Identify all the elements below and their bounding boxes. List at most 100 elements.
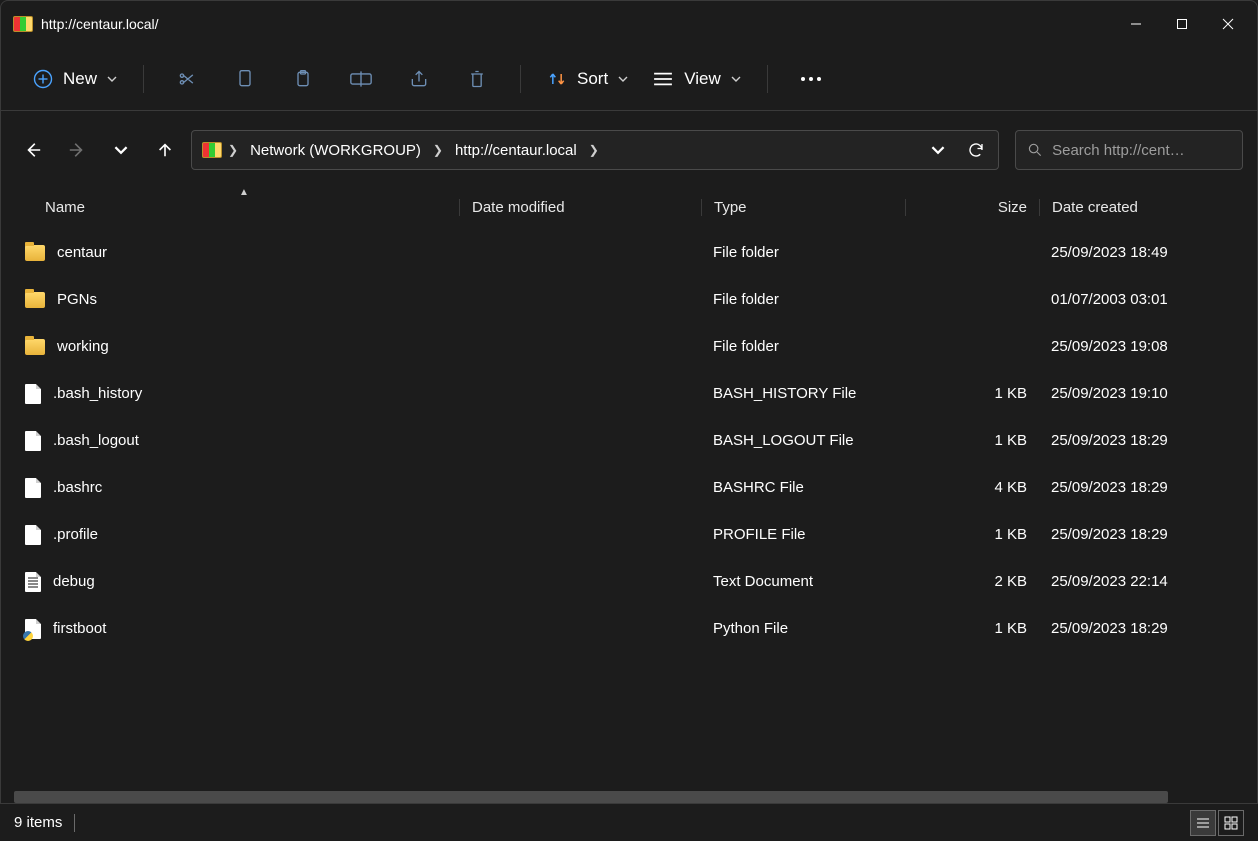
- breadcrumb-label: http://centaur.local: [455, 142, 577, 159]
- file-icon: [25, 431, 41, 451]
- back-button[interactable]: [23, 140, 43, 160]
- share-button[interactable]: [392, 59, 446, 99]
- column-header-date-created[interactable]: Date created: [1039, 199, 1257, 216]
- breadcrumb-segment[interactable]: http://centaur.local: [449, 142, 583, 159]
- trash-icon: [468, 69, 486, 89]
- breadcrumb-segment[interactable]: Network (WORKGROUP): [244, 142, 427, 159]
- app-icon: [13, 14, 33, 34]
- chevron-down-icon: [114, 143, 128, 157]
- copy-icon: [236, 69, 254, 89]
- address-dropdown-button[interactable]: [922, 134, 954, 166]
- maximize-button[interactable]: [1159, 8, 1205, 40]
- file-date-created: 25/09/2023 19:10: [1039, 385, 1257, 402]
- delete-button[interactable]: [450, 59, 504, 99]
- toolbar: New Sort View: [1, 47, 1257, 111]
- text-file-icon: [25, 572, 41, 592]
- thumbnails-view-toggle[interactable]: [1218, 810, 1244, 836]
- plus-circle-icon: [33, 69, 53, 89]
- navigation-row: ❯ Network (WORKGROUP) ❯ http://centaur.l…: [1, 121, 1257, 179]
- details-view-toggle[interactable]: [1190, 810, 1216, 836]
- folder-icon: [25, 245, 45, 261]
- cut-button[interactable]: [160, 59, 214, 99]
- search-icon: [1028, 142, 1042, 158]
- file-name: centaur: [57, 244, 107, 261]
- file-name: working: [57, 338, 109, 355]
- list-view-icon: [1196, 816, 1210, 830]
- file-row[interactable]: workingFile folder25/09/2023 19:08: [1, 323, 1257, 370]
- clipboard-icon: [293, 69, 313, 89]
- file-size: 1 KB: [905, 620, 1039, 637]
- sort-icon: [547, 69, 567, 89]
- file-list: centaurFile folder25/09/2023 18:49PGNsFi…: [1, 229, 1257, 779]
- copy-button[interactable]: [218, 59, 272, 99]
- sort-indicator-icon: ▲: [239, 187, 249, 198]
- file-size: 1 KB: [905, 385, 1039, 402]
- share-icon: [409, 69, 429, 89]
- column-header-name[interactable]: Name: [1, 199, 459, 216]
- file-icon: [25, 478, 41, 498]
- grid-view-icon: [1224, 816, 1238, 830]
- close-button[interactable]: [1205, 8, 1251, 40]
- file-size: 4 KB: [905, 479, 1039, 496]
- file-type: Python File: [701, 620, 905, 637]
- chevron-right-icon: ❯: [228, 143, 238, 157]
- file-type: File folder: [701, 338, 905, 355]
- file-icon: [25, 525, 41, 545]
- file-row[interactable]: .bash_history BASH_HISTORY File1 KB25/09/…: [1, 370, 1257, 417]
- column-header-date-modified[interactable]: Date modified: [459, 199, 701, 216]
- chevron-down-icon: [731, 74, 741, 84]
- file-type: File folder: [701, 244, 905, 261]
- paste-button[interactable]: [276, 59, 330, 99]
- file-row[interactable]: firstbootPython File1 KB25/09/2023 18:29: [1, 605, 1257, 652]
- minimize-button[interactable]: [1113, 8, 1159, 40]
- file-type: BASH_HISTORY File: [701, 385, 905, 402]
- status-item-count: 9 items: [14, 814, 62, 831]
- status-separator: [74, 814, 75, 832]
- chevron-right-icon: ❯: [433, 143, 443, 157]
- file-size: 2 KB: [905, 573, 1039, 590]
- file-icon: [25, 384, 41, 404]
- up-button[interactable]: [155, 140, 175, 160]
- view-list-icon: [652, 71, 674, 87]
- file-name: .bash_logout: [53, 432, 139, 449]
- column-header-type[interactable]: Type: [701, 199, 905, 216]
- file-row[interactable]: debugText Document2 KB25/09/2023 22:14: [1, 558, 1257, 605]
- titlebar: http://centaur.local/: [1, 1, 1257, 47]
- sort-button[interactable]: Sort: [537, 63, 638, 95]
- file-row[interactable]: .bash_logout BASH_LOGOUT File1 KB25/09/20…: [1, 417, 1257, 464]
- scissors-icon: [177, 69, 197, 89]
- file-name: .bashrc: [53, 479, 102, 496]
- view-button[interactable]: View: [642, 63, 751, 95]
- chevron-right-icon: ❯: [589, 143, 599, 157]
- search-box[interactable]: [1015, 130, 1243, 170]
- refresh-button[interactable]: [960, 134, 992, 166]
- column-header-size[interactable]: Size: [905, 199, 1039, 216]
- location-folder-icon: [202, 140, 222, 160]
- file-name: .bash_history: [53, 385, 142, 402]
- more-button[interactable]: [784, 59, 838, 99]
- horizontal-scrollbar[interactable]: [14, 791, 1168, 803]
- file-date-created: 01/07/2003 03:01: [1039, 291, 1257, 308]
- file-name: .profile: [53, 526, 98, 543]
- file-size: 1 KB: [905, 526, 1039, 543]
- forward-button[interactable]: [67, 140, 87, 160]
- file-row[interactable]: .profilePROFILE File1 KB25/09/2023 18:29: [1, 511, 1257, 558]
- chevron-down-icon: [931, 143, 945, 157]
- history-button[interactable]: [111, 140, 131, 160]
- file-type: BASH_LOGOUT File: [701, 432, 905, 449]
- folder-icon: [25, 339, 45, 355]
- file-row[interactable]: .bashrcBASHRC File4 KB25/09/2023 18:29: [1, 464, 1257, 511]
- search-input[interactable]: [1052, 142, 1230, 159]
- file-size: 1 KB: [905, 432, 1039, 449]
- file-name: debug: [53, 573, 95, 590]
- new-button[interactable]: New: [23, 63, 127, 95]
- arrow-right-icon: [68, 141, 86, 159]
- rename-button[interactable]: [334, 59, 388, 99]
- file-type: File folder: [701, 291, 905, 308]
- file-row[interactable]: PGNsFile folder01/07/2003 03:01: [1, 276, 1257, 323]
- file-date-created: 25/09/2023 18:29: [1039, 432, 1257, 449]
- address-bar[interactable]: ❯ Network (WORKGROUP) ❯ http://centaur.l…: [191, 130, 999, 170]
- status-bar: 9 items: [0, 803, 1258, 841]
- file-row[interactable]: centaur File folder 25/09/2023 18:49: [1, 229, 1257, 276]
- file-date-created: 25/09/2023 18:49: [1039, 244, 1257, 261]
